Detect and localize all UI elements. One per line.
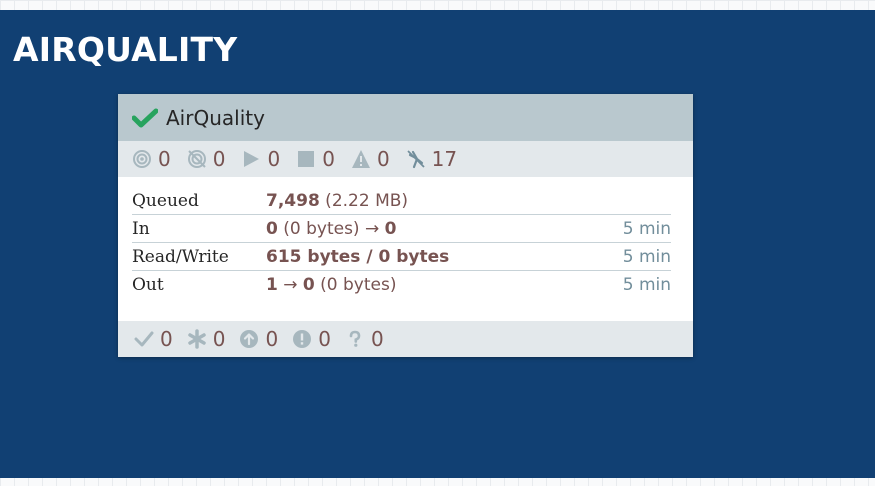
metric-row-queued: Queued 7,498 (2.22 MB) [132, 187, 671, 215]
exclamation-circle-icon [293, 330, 312, 348]
metric-time: 5 min [622, 218, 671, 239]
version-status-footer: 0 0 0 0 0 [118, 321, 693, 357]
invalid-stat: 0 [351, 147, 390, 171]
status-bar: 0 0 0 0 0 17 [118, 141, 693, 177]
card-name: AirQuality [166, 105, 265, 130]
unknown-stat: 0 [345, 327, 384, 351]
stopped-count: 0 [322, 147, 335, 171]
locally-modified-stat: 0 [187, 327, 226, 351]
metric-label: Out [132, 274, 164, 295]
unknown-count: 0 [370, 327, 384, 351]
not-transmitting-icon [187, 150, 206, 168]
not-transmitting-stat: 0 [187, 147, 226, 171]
process-group-panel[interactable]: AIRQUALITY AirQuality 0 0 0 0 0 17 Queue… [0, 10, 875, 478]
sync-failure-count: 0 [318, 327, 331, 351]
stop-icon [298, 151, 315, 167]
process-group-title: AIRQUALITY [13, 30, 238, 69]
arrow-up-circle-icon [240, 330, 259, 348]
invalid-count: 0 [376, 147, 390, 171]
transmitting-stat: 0 [132, 147, 171, 171]
card-header[interactable]: AirQuality [118, 94, 693, 141]
process-group-card[interactable]: AirQuality 0 0 0 0 0 17 Queued 7,498 (2.… [118, 94, 693, 357]
metric-value: 615 bytes / 0 bytes [266, 246, 450, 267]
stale-stat: 0 [239, 327, 278, 351]
stopped-stat: 0 [296, 147, 335, 171]
up-to-date-count: 0 [160, 327, 173, 351]
up-to-date-stat: 0 [134, 327, 173, 351]
locally-modified-count: 0 [212, 327, 226, 351]
disabled-count: 17 [431, 147, 458, 171]
metric-label: Queued [132, 190, 199, 211]
metric-label: Read/Write [132, 246, 229, 267]
asterisk-icon [187, 329, 206, 349]
metric-time: 5 min [622, 274, 671, 295]
not-transmitting-count: 0 [212, 147, 226, 171]
check-icon [132, 108, 158, 127]
running-stat: 0 [241, 147, 280, 171]
metric-value: 7,498 (2.22 MB) [266, 190, 409, 211]
check-icon [134, 331, 154, 347]
metric-row-out: Out 1 → 0 (0 bytes) 5 min [132, 271, 671, 298]
warning-icon [351, 150, 370, 168]
metric-label: In [132, 218, 150, 239]
transmitting-count: 0 [158, 147, 171, 171]
transmitting-icon [133, 150, 151, 168]
sync-failure-stat: 0 [292, 327, 331, 351]
metrics-table: Queued 7,498 (2.22 MB) In 0 (0 bytes) → … [118, 177, 693, 298]
disabled-stat: 17 [406, 147, 457, 171]
metric-row-in: In 0 (0 bytes) → 0 5 min [132, 215, 671, 243]
metric-value: 1 → 0 (0 bytes) [266, 274, 397, 295]
play-icon [244, 151, 260, 167]
metric-time: 5 min [622, 246, 671, 267]
disabled-icon [407, 150, 425, 169]
stale-count: 0 [265, 327, 279, 351]
running-count: 0 [267, 147, 281, 171]
metric-value: 0 (0 bytes) → 0 [266, 218, 397, 239]
metric-row-read-write: Read/Write 615 bytes / 0 bytes 5 min [132, 243, 671, 271]
question-icon [349, 330, 361, 347]
